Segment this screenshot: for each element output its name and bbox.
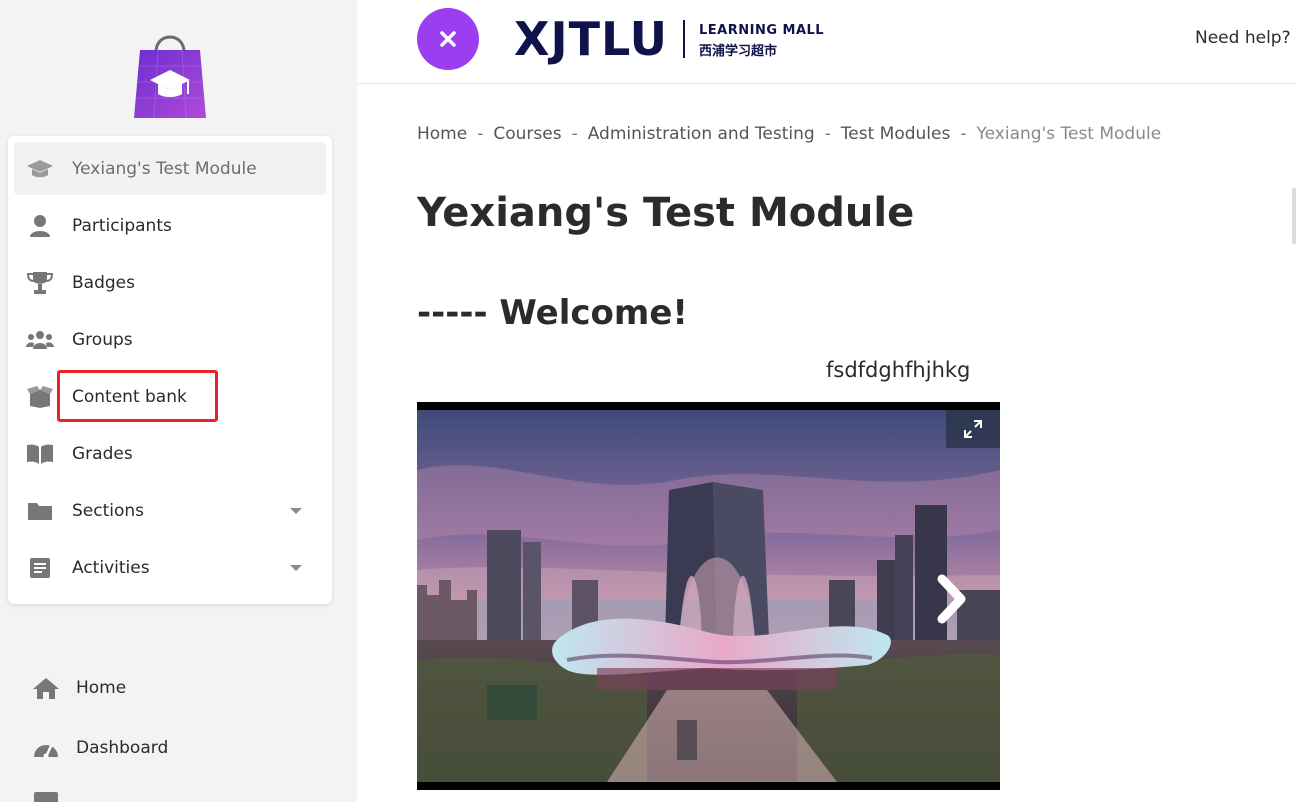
breadcrumb-subcategory[interactable]: Test Modules — [841, 124, 951, 144]
nav-item-groups[interactable]: Groups — [14, 313, 326, 366]
brand-subtitle-cn: 西浦学习超市 — [699, 44, 778, 59]
dashboard-icon — [32, 734, 60, 762]
breadcrumb: Home - Courses - Administration and Test… — [417, 124, 1161, 144]
breadcrumb-current: Yexiang's Test Module — [976, 124, 1162, 144]
nav-label: Sections — [72, 500, 145, 521]
body-text: fsdfdghfhjhkg — [826, 358, 971, 382]
graduation-cap-icon — [26, 155, 54, 183]
brand-divider — [683, 20, 685, 58]
brand-name[interactable]: XJTLU — [514, 12, 668, 66]
nav-item-content-bank[interactable]: Content bank — [14, 370, 326, 423]
need-help-link[interactable]: Need help? — [1195, 28, 1291, 48]
brand-subtitle-en: LEARNING MALL — [699, 23, 825, 38]
learning-mall-logo[interactable] — [130, 22, 210, 122]
calendar-icon[interactable] — [34, 792, 58, 802]
breadcrumb-separator: - — [477, 124, 484, 144]
course-navigation: Yexiang's Test Module Participants Badge… — [8, 136, 332, 604]
nav-label: Badges — [72, 272, 135, 293]
breadcrumb-home[interactable]: Home — [417, 124, 467, 144]
user-icon — [26, 212, 54, 240]
breadcrumb-category[interactable]: Administration and Testing — [588, 124, 815, 144]
carousel-next-button[interactable] — [931, 572, 971, 626]
chevron-down-icon[interactable] — [290, 565, 302, 571]
file-list-icon — [26, 554, 54, 582]
breadcrumb-courses[interactable]: Courses — [493, 124, 561, 144]
site-nav-dashboard[interactable]: Dashboard — [30, 728, 330, 768]
folder-icon — [26, 497, 54, 525]
close-icon — [440, 31, 456, 47]
nav-item-grades[interactable]: Grades — [14, 427, 326, 480]
nav-label: Home — [76, 678, 127, 698]
nav-label: Activities — [72, 557, 150, 578]
nav-label: Content bank — [72, 386, 187, 407]
breadcrumb-separator: - — [571, 124, 578, 144]
image-carousel — [417, 402, 1000, 790]
breadcrumb-separator: - — [960, 124, 967, 144]
nav-label: Groups — [72, 329, 133, 350]
nav-label: Dashboard — [76, 738, 169, 758]
chevron-down-icon[interactable] — [290, 508, 302, 514]
fullscreen-button[interactable] — [946, 410, 1000, 448]
chevron-right-icon — [937, 574, 966, 624]
suzhou-skyline-image — [417, 410, 1000, 782]
trophy-icon — [26, 269, 54, 297]
book-open-icon — [26, 440, 54, 468]
top-header: XJTLU LEARNING MALL 西浦学习超市 Need help? — [357, 0, 1296, 84]
home-icon — [32, 674, 60, 702]
nav-item-sections[interactable]: Sections — [14, 484, 326, 537]
nav-label: Yexiang's Test Module — [72, 158, 257, 179]
page-title: Yexiang's Test Module — [417, 190, 915, 236]
nav-item-course-home[interactable]: Yexiang's Test Module — [14, 142, 326, 195]
users-icon — [26, 326, 54, 354]
sidebar: Yexiang's Test Module Participants Badge… — [0, 0, 357, 802]
right-drawer-handle[interactable] — [1292, 188, 1296, 244]
site-nav-home[interactable]: Home — [30, 668, 330, 708]
nav-item-activities[interactable]: Activities — [14, 541, 326, 594]
box-open-icon — [26, 383, 54, 411]
welcome-heading: ----- Welcome! — [417, 293, 688, 333]
nav-item-participants[interactable]: Participants — [14, 199, 326, 252]
nav-item-badges[interactable]: Badges — [14, 256, 326, 309]
close-drawer-button[interactable] — [417, 8, 479, 70]
breadcrumb-separator: - — [824, 124, 831, 144]
nav-label: Grades — [72, 443, 133, 464]
expand-icon — [964, 420, 982, 438]
nav-label: Participants — [72, 215, 172, 236]
